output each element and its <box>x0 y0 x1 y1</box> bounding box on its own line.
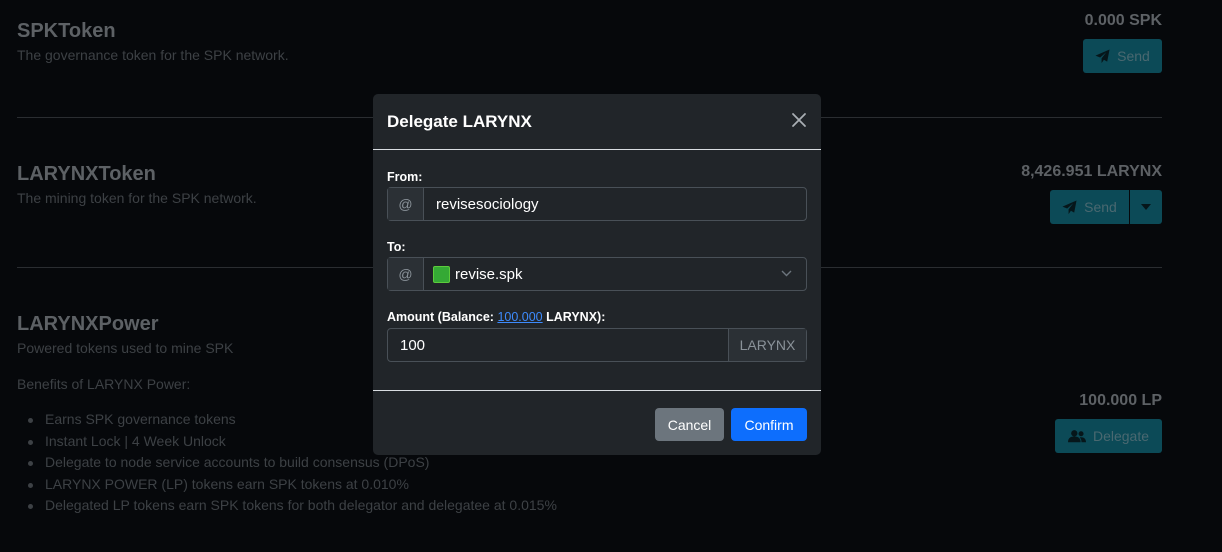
from-label: From: <box>387 170 423 184</box>
token-description: The governance token for the SPK network… <box>17 47 289 63</box>
amount-input[interactable]: 100 <box>388 329 728 361</box>
send-dropdown-toggle[interactable] <box>1130 190 1162 224</box>
benefits-title: Benefits of LARYNX Power: <box>17 376 191 392</box>
list-item: LARYNX POWER (LP) tokens earn SPK tokens… <box>28 476 557 498</box>
to-select-value: revise.spk <box>455 265 523 283</box>
amount-input-group: 100 LARYNX <box>387 328 807 362</box>
to-select[interactable]: revise.spk <box>424 258 806 290</box>
to-input-group: @ revise.spk <box>387 257 807 291</box>
list-item: Delegate to node service accounts to bui… <box>28 454 557 476</box>
users-icon <box>1067 430 1086 443</box>
amount-label: Amount (Balance: 100.000 LARYNX): <box>387 310 605 324</box>
to-label: To: <box>387 240 406 254</box>
caret-down-icon <box>1141 204 1151 210</box>
send-button[interactable]: Send <box>1083 39 1162 73</box>
delegate-modal: Delegate LARYNX From: @ revisesociology … <box>373 94 821 455</box>
send-button[interactable]: Send <box>1050 190 1129 224</box>
token-balance: 8,426.951 LARYNX <box>1021 163 1162 180</box>
close-icon <box>792 113 806 127</box>
send-button-label: Send <box>1084 199 1117 215</box>
token-name: LARYNXToken <box>17 163 156 185</box>
amount-unit: LARYNX <box>728 329 806 361</box>
paper-plane-icon <box>1062 199 1077 214</box>
chevron-down-icon <box>781 270 792 277</box>
at-prefix: @ <box>388 188 424 220</box>
list-item: Delegated LP tokens earn SPK tokens for … <box>28 497 557 519</box>
token-balance: 100.000 LP <box>1079 392 1162 409</box>
amount-label-suffix: LARYNX): <box>542 310 606 324</box>
delegate-button-label: Delegate <box>1092 428 1150 444</box>
paper-plane-icon <box>1095 48 1110 63</box>
modal-title: Delegate LARYNX <box>387 112 532 131</box>
amount-label-prefix: Amount (Balance: <box>387 310 498 324</box>
confirm-button[interactable]: Confirm <box>731 408 807 441</box>
modal-footer: Cancel Confirm <box>373 390 821 455</box>
send-button-label: Send <box>1117 48 1150 64</box>
at-prefix: @ <box>388 258 424 290</box>
cancel-button[interactable]: Cancel <box>655 408 724 441</box>
token-balance: 0.000 SPK <box>1084 12 1162 29</box>
green-square-icon <box>433 265 450 283</box>
from-input-group: @ revisesociology <box>387 187 807 221</box>
token-name: SPKToken <box>17 20 116 42</box>
token-description: The mining token for the SPK network. <box>17 190 257 206</box>
modal-header: Delegate LARYNX <box>373 94 821 150</box>
balance-link[interactable]: 100.000 <box>497 310 542 324</box>
delegate-button[interactable]: Delegate <box>1055 419 1162 453</box>
close-button[interactable] <box>791 112 807 128</box>
token-description: Powered tokens used to mine SPK <box>17 340 234 356</box>
from-input[interactable]: revisesociology <box>424 188 806 220</box>
token-name: LARYNXPower <box>17 313 159 335</box>
